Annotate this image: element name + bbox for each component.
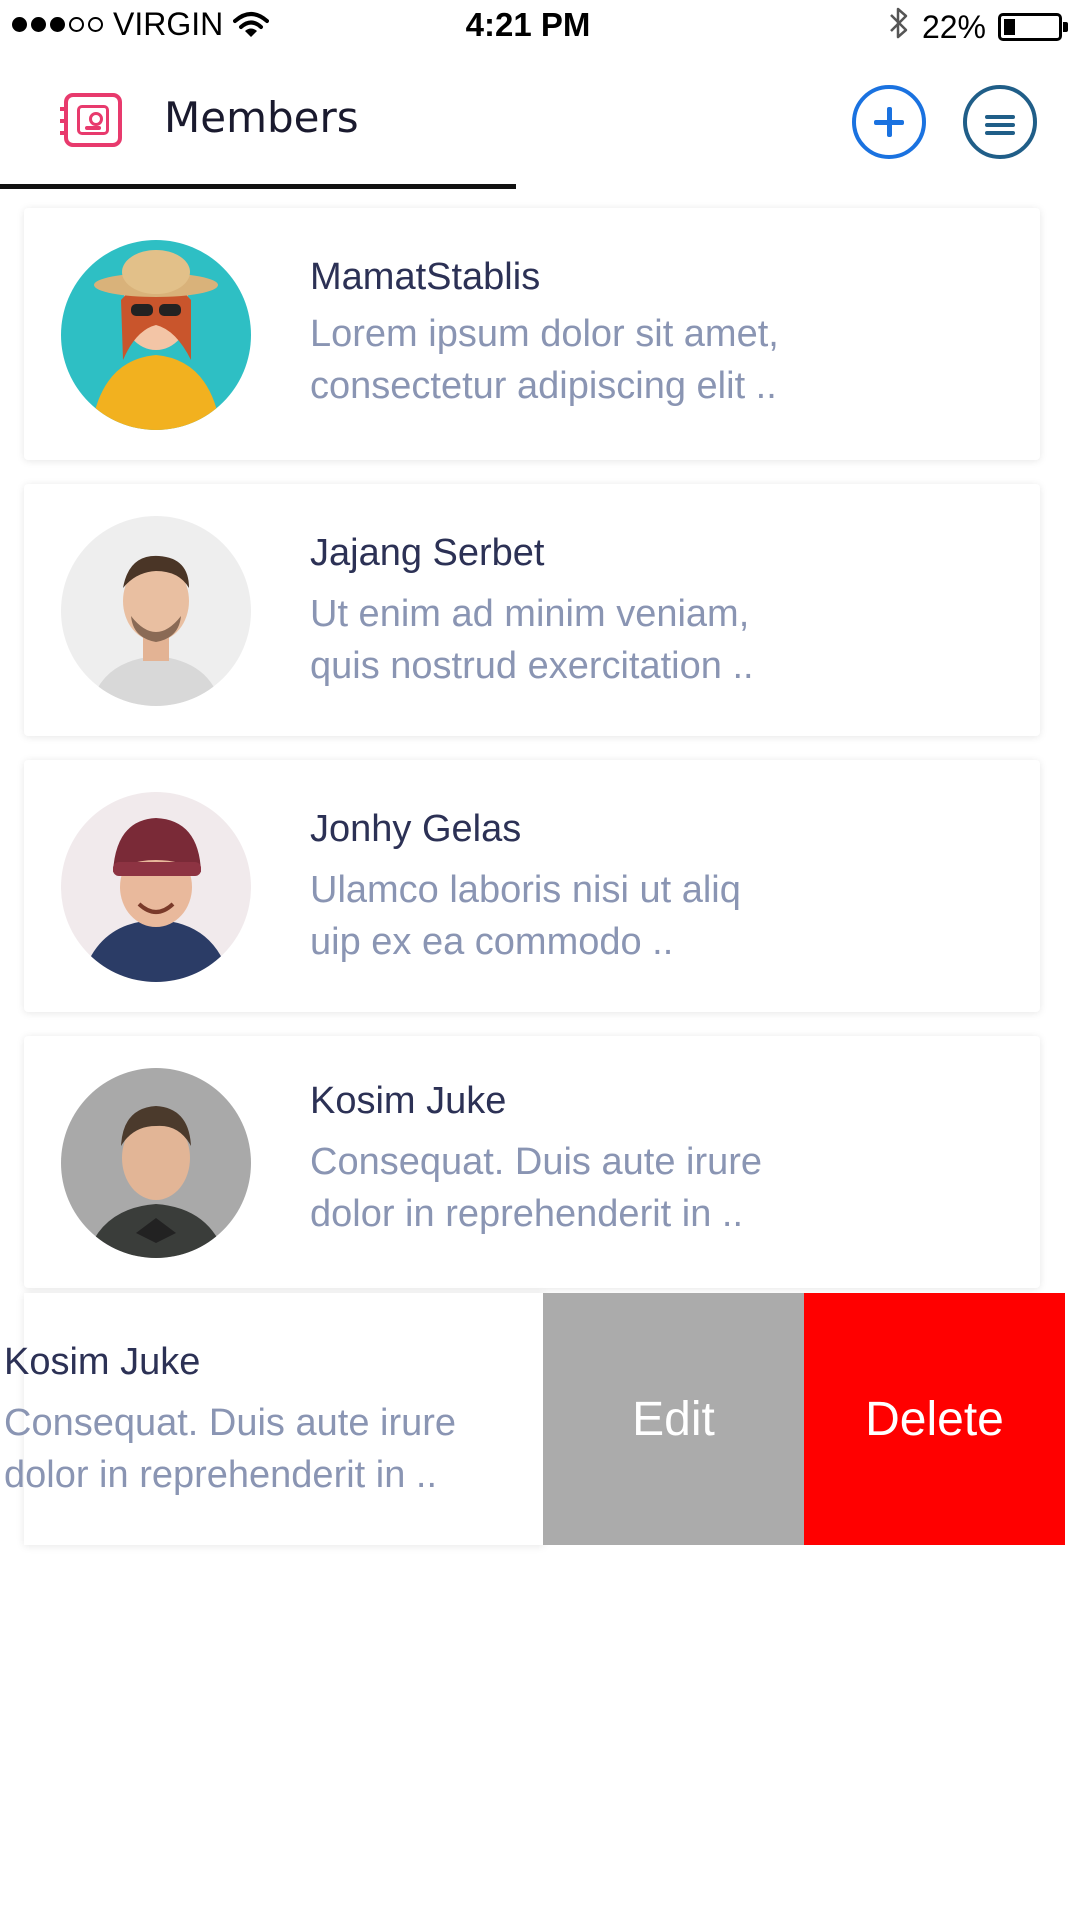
battery-fill	[1004, 19, 1015, 35]
header: Members	[0, 55, 1080, 195]
swiped-row-content[interactable]: Kosim Juke Consequat. Duis aute irure do…	[4, 1293, 544, 1545]
menu-button[interactable]	[963, 85, 1037, 159]
delete-button[interactable]: Delete	[804, 1293, 1065, 1545]
member-card-1[interactable]: MamatStablis Lorem ipsum dolor sit amet,…	[24, 208, 1040, 460]
member-name: Jajang Serbet	[310, 532, 545, 574]
member-card-2[interactable]: Jajang Serbet Ut enim ad minim veniam, q…	[24, 484, 1040, 736]
avatar	[61, 516, 251, 706]
delete-button-label: Delete	[865, 1392, 1004, 1446]
status-bar: VIRGIN 4:21 PM 22%	[0, 0, 1080, 52]
battery-percent: 22%	[921, 8, 986, 45]
member-name: Jonhy Gelas	[310, 808, 522, 850]
address-book-icon	[60, 93, 122, 147]
page-title: Members	[164, 93, 359, 142]
edit-button-label: Edit	[632, 1392, 715, 1446]
member-name: MamatStablis	[310, 256, 541, 298]
member-description: Lorem ipsum dolor sit amet, consectetur …	[310, 313, 779, 407]
status-right: 22%	[888, 6, 1068, 48]
avatar	[61, 792, 251, 982]
bluetooth-icon	[888, 6, 910, 48]
edit-button[interactable]: Edit	[543, 1293, 804, 1545]
battery-icon	[998, 13, 1068, 41]
active-tab-indicator	[0, 184, 516, 189]
member-card-3[interactable]: Jonhy Gelas Ulamco laboris nisi ut aliq …	[24, 760, 1040, 1012]
add-member-button[interactable]	[852, 85, 926, 159]
member-description: Consequat. Duis aute irure dolor in repr…	[310, 1141, 763, 1235]
member-name: Kosim Juke	[4, 1341, 201, 1383]
member-description: Ut enim ad minim veniam, quis nostrud ex…	[310, 593, 754, 687]
member-name: Kosim Juke	[310, 1080, 507, 1122]
member-description: Ulamco laboris nisi ut aliq uip ex ea co…	[310, 869, 741, 963]
avatar	[61, 1068, 251, 1258]
avatar	[61, 240, 251, 430]
member-description: Consequat. Duis aute irure dolor in repr…	[4, 1402, 457, 1496]
swiped-member-row[interactable]: Kosim Juke Consequat. Duis aute irure do…	[0, 1293, 1065, 1545]
member-card-4[interactable]: Kosim Juke Consequat. Duis aute irure do…	[24, 1036, 1040, 1288]
